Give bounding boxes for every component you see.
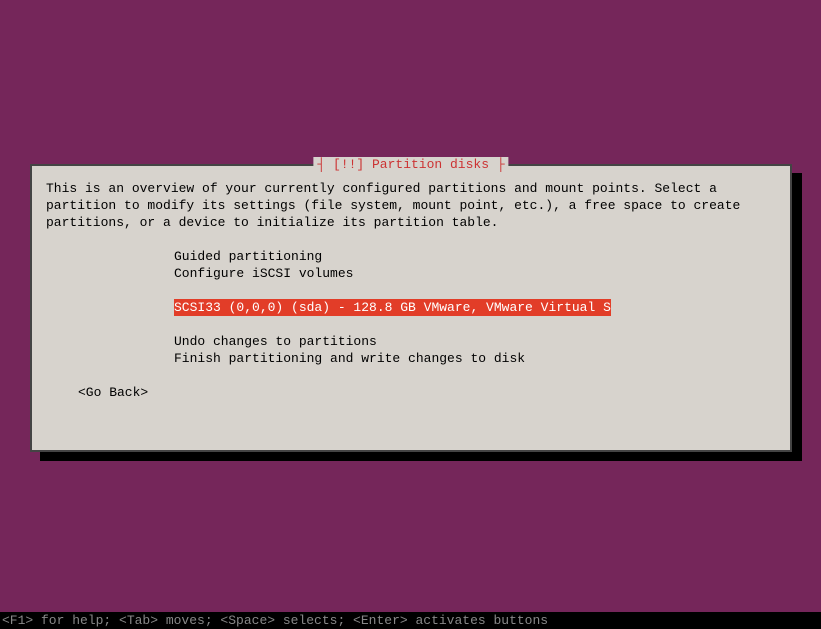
dialog-content: This is an overview of your currently co… bbox=[32, 166, 790, 415]
menu-spacer bbox=[174, 316, 776, 333]
dialog-title: ┤ [!!] Partition disks ├ bbox=[313, 157, 508, 172]
partition-menu: Guided partitioning Configure iSCSI volu… bbox=[174, 248, 776, 367]
menu-configure-iscsi[interactable]: Configure iSCSI volumes bbox=[174, 265, 776, 282]
footer-help-bar: <F1> for help; <Tab> moves; <Space> sele… bbox=[0, 612, 821, 629]
dialog-description: This is an overview of your currently co… bbox=[46, 180, 776, 231]
menu-disk-sda[interactable]: SCSI33 (0,0,0) (sda) - 128.8 GB VMware, … bbox=[174, 299, 611, 316]
menu-finish-partitioning[interactable]: Finish partitioning and write changes to… bbox=[174, 350, 776, 367]
title-text: [!!] Partition disks bbox=[333, 157, 489, 172]
go-back-button[interactable]: <Go Back> bbox=[78, 384, 776, 401]
title-bracket-left: ┤ bbox=[317, 157, 333, 172]
title-bracket-right: ├ bbox=[489, 157, 505, 172]
partition-disks-dialog: ┤ [!!] Partition disks ├ This is an over… bbox=[30, 164, 792, 452]
menu-undo-changes[interactable]: Undo changes to partitions bbox=[174, 333, 776, 350]
menu-guided-partitioning[interactable]: Guided partitioning bbox=[174, 248, 776, 265]
menu-spacer bbox=[174, 282, 776, 299]
